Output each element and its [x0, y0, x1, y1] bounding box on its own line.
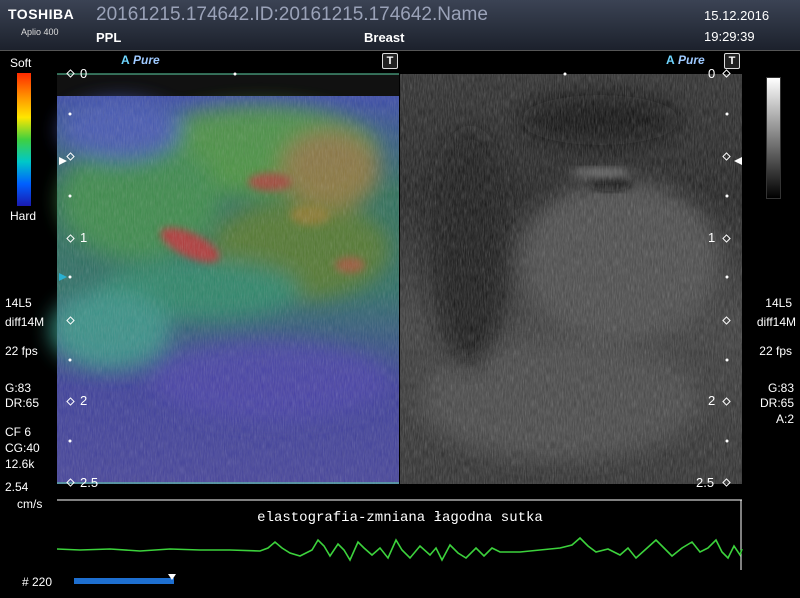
velocity-left: 2.54 — [5, 480, 29, 494]
elastography-image — [50, 74, 399, 484]
dr-left: DR:65 — [5, 396, 40, 410]
t-button-right[interactable]: T — [724, 53, 740, 69]
depth-label-2-right: 2 — [708, 393, 716, 408]
a-right: A:2 — [775, 412, 794, 426]
strain-waveform — [56, 536, 743, 562]
probe-right: 14L5 — [765, 296, 792, 310]
depth-label-2-left: 2 — [80, 393, 88, 408]
depth-label-1-right: 1 — [708, 230, 716, 245]
diff-left: diff14M — [5, 315, 45, 329]
depth-label-2-5-left: 2.5 — [80, 475, 99, 490]
cf-left: CF 6 — [5, 425, 32, 439]
velocity-unit-left: cm/s — [17, 497, 43, 511]
probe-left: 14L5 — [5, 296, 32, 310]
fps-right: 22 fps — [759, 344, 792, 358]
b-mode-image — [400, 74, 742, 484]
depth-label-0-right: 0 — [708, 66, 716, 81]
frame-counter: # 220 — [22, 575, 53, 589]
gain-right: G:83 — [767, 381, 794, 395]
mode-label-right: A Pure — [666, 53, 705, 67]
ultrasound-screen: TOSHIBA Aplio 400 20161215.174642.ID:201… — [0, 0, 800, 598]
gain-left: G:83 — [5, 381, 32, 395]
diff-right: diff14M — [756, 315, 796, 329]
image-caption: elastografia-zmniana łagodna sutka — [257, 510, 543, 526]
dr-right: DR:65 — [759, 396, 794, 410]
fps-left: 22 fps — [5, 344, 38, 358]
imaging-area — [50, 69, 743, 584]
cg-left: CG:40 — [5, 441, 40, 455]
depth-label-2-5-right: 2.5 — [696, 475, 715, 490]
depth-label-0-left: 0 — [80, 66, 88, 81]
frame-progress-bar[interactable] — [74, 578, 174, 584]
prf-left: 12.6k — [5, 457, 35, 471]
depth-label-1-left: 1 — [80, 230, 88, 245]
t-button-left[interactable]: T — [382, 53, 398, 69]
mode-label-left: A Pure — [121, 53, 160, 67]
